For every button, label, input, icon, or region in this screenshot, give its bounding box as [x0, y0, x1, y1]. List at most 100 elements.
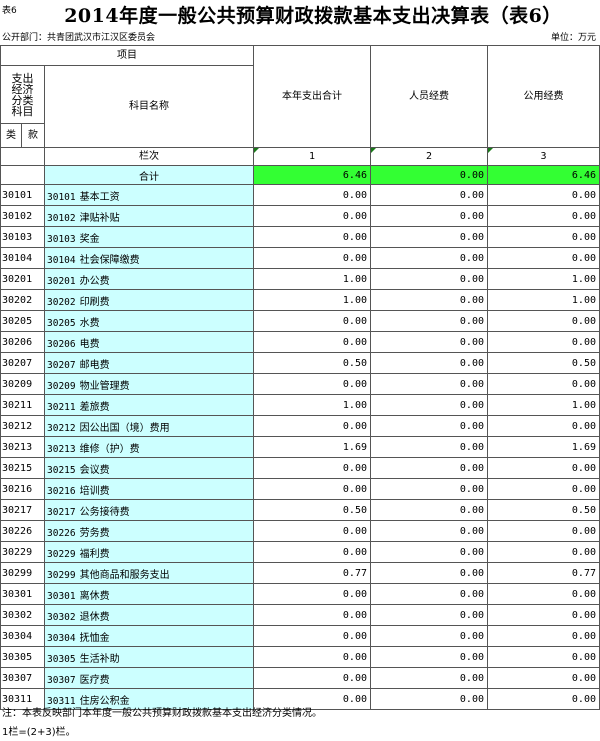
subject-name: 培训费: [79, 485, 110, 497]
total-value-cell: 0.00: [253, 520, 371, 542]
personnel-value-cell: 0.00: [370, 310, 488, 332]
public-value-cell: 0.00: [487, 520, 600, 542]
subject-name: 基本工资: [79, 191, 120, 203]
public-value-cell: 0.00: [487, 646, 600, 668]
total-value-cell: 1.69: [253, 436, 371, 458]
col-number-1: 1: [253, 147, 371, 166]
subject-name-cell: 30205 水费: [44, 310, 254, 332]
public-value-cell: 0.77: [487, 562, 600, 584]
public-value-cell: 0.00: [487, 205, 600, 227]
econ-code-cell: 30215: [0, 457, 45, 479]
subject-name-cell: 30226 劳务费: [44, 520, 254, 542]
total-value-cell: 0.00: [253, 646, 371, 668]
subject-code: 30206: [47, 338, 76, 350]
total-value-cell: 1.00: [253, 394, 371, 416]
subject-code: 30302: [47, 611, 76, 623]
econ-code-cell: 30211: [0, 394, 45, 416]
subject-code: 30202: [47, 296, 76, 308]
subject-name-cell: 30302 退休费: [44, 604, 254, 626]
table-row: 30229 30229 福利费 0.00 0.00 0.00: [0, 541, 600, 563]
project-header: 项目: [0, 45, 254, 66]
subject-code: 30213: [47, 443, 76, 455]
table-row: 30226 30226 劳务费 0.00 0.00 0.00: [0, 520, 600, 542]
personnel-value-cell: 0.00: [370, 373, 488, 395]
public-value-cell: 0.00: [487, 478, 600, 500]
subject-code: 30217: [47, 506, 76, 518]
econ-code-cell: 30205: [0, 310, 45, 332]
subject-name-cell: 30102 津贴补贴: [44, 205, 254, 227]
personnel-value-cell: 0.00: [370, 394, 488, 416]
econ-code-cell: 30101: [0, 184, 45, 206]
table-row: 30301 30301 离休费 0.00 0.00 0.00: [0, 583, 600, 605]
public-value-cell: 1.69: [487, 436, 600, 458]
table-row: 30103 30103 奖金 0.00 0.00 0.00: [0, 226, 600, 248]
subject-name-header: 科目名称: [44, 65, 254, 148]
subject-name: 因公出国（境）费用: [79, 422, 170, 434]
subject-code: 30102: [47, 212, 76, 224]
total-value-cell: 0.00: [253, 457, 371, 479]
personnel-value-cell: 0.00: [370, 289, 488, 311]
personnel-value-cell: 0.00: [370, 457, 488, 479]
subject-name: 水费: [79, 317, 100, 329]
public-value-cell: 0.00: [487, 331, 600, 353]
table-row: 30215 30215 会议费 0.00 0.00 0.00: [0, 457, 600, 479]
personnel-value-cell: 0.00: [370, 184, 488, 206]
public-value-cell: 0.00: [487, 415, 600, 437]
econ-code-cell: 30212: [0, 415, 45, 437]
table-row: 30201 30201 办公费 1.00 0.00 1.00: [0, 268, 600, 290]
subject-name-cell: 30299 其他商品和服务支出: [44, 562, 254, 584]
personnel-value-cell: 0.00: [370, 667, 488, 689]
subject-name: 退休费: [79, 611, 110, 623]
subject-name: 福利费: [79, 548, 110, 560]
total-value-cell: 0.00: [253, 184, 371, 206]
public-value-cell: 0.00: [487, 184, 600, 206]
subject-name-cell: 30104 社会保障缴费: [44, 247, 254, 269]
total-value-cell: 0.00: [253, 667, 371, 689]
total-value-cell: 1.00: [253, 268, 371, 290]
public-value-cell: 0.50: [487, 352, 600, 374]
subject-name: 奖金: [79, 233, 100, 245]
subject-name-cell: 30217 公务接待费: [44, 499, 254, 521]
subject-code: 30305: [47, 653, 76, 665]
total-value-cell: 0.50: [253, 352, 371, 374]
table-row: 30304 30304 抚恤金 0.00 0.00 0.00: [0, 625, 600, 647]
personnel-value-cell: 0.00: [370, 247, 488, 269]
subject-code: 30101: [47, 191, 76, 203]
table-row: 30102 30102 津贴补贴 0.00 0.00 0.00: [0, 205, 600, 227]
subject-name-cell: 30301 离休费: [44, 583, 254, 605]
col-number-2: 2: [370, 147, 488, 166]
total-row-spacer: [0, 165, 45, 185]
econ-code-cell: 30305: [0, 646, 45, 668]
subject-name-cell: 30304 抚恤金: [44, 625, 254, 647]
table-row: 30216 30216 培训费 0.00 0.00 0.00: [0, 478, 600, 500]
subject-code: 30212: [47, 422, 76, 434]
personnel-value-cell: 0.00: [370, 604, 488, 626]
subject-name: 维修（护）费: [79, 443, 140, 455]
subject-code: 30201: [47, 275, 76, 287]
subject-name: 医疗费: [79, 674, 110, 686]
subject-name-cell: 30229 福利费: [44, 541, 254, 563]
subject-name: 差旅费: [79, 401, 110, 413]
public-value-cell: 0.00: [487, 373, 600, 395]
total-personnel-value: 0.00: [370, 165, 488, 185]
public-value-cell: 0.00: [487, 247, 600, 269]
subject-code: 30209: [47, 380, 76, 392]
total-value-cell: 0.00: [253, 541, 371, 563]
public-value-cell: 1.00: [487, 289, 600, 311]
personnel-value-cell: 0.00: [370, 226, 488, 248]
subject-name: 电费: [79, 338, 100, 350]
subject-name: 物业管理费: [79, 380, 130, 392]
econ-code-cell: 30104: [0, 247, 45, 269]
subject-name-cell: 30211 差旅费: [44, 394, 254, 416]
subject-name-cell: 30207 邮电费: [44, 352, 254, 374]
subject-name: 抚恤金: [79, 632, 110, 644]
table-tag: 表6: [2, 6, 17, 16]
table-row: 30305 30305 生活补助 0.00 0.00 0.00: [0, 646, 600, 668]
subject-name: 社会保障缴费: [79, 254, 140, 266]
public-value-cell: 1.00: [487, 268, 600, 290]
table-row: 30217 30217 公务接待费 0.50 0.00 0.50: [0, 499, 600, 521]
econ-class-header: 支出经济分类科目: [0, 65, 45, 124]
subject-name-cell: 30216 培训费: [44, 478, 254, 500]
personnel-value-cell: 0.00: [370, 205, 488, 227]
personnel-header: 人员经费: [370, 45, 488, 148]
